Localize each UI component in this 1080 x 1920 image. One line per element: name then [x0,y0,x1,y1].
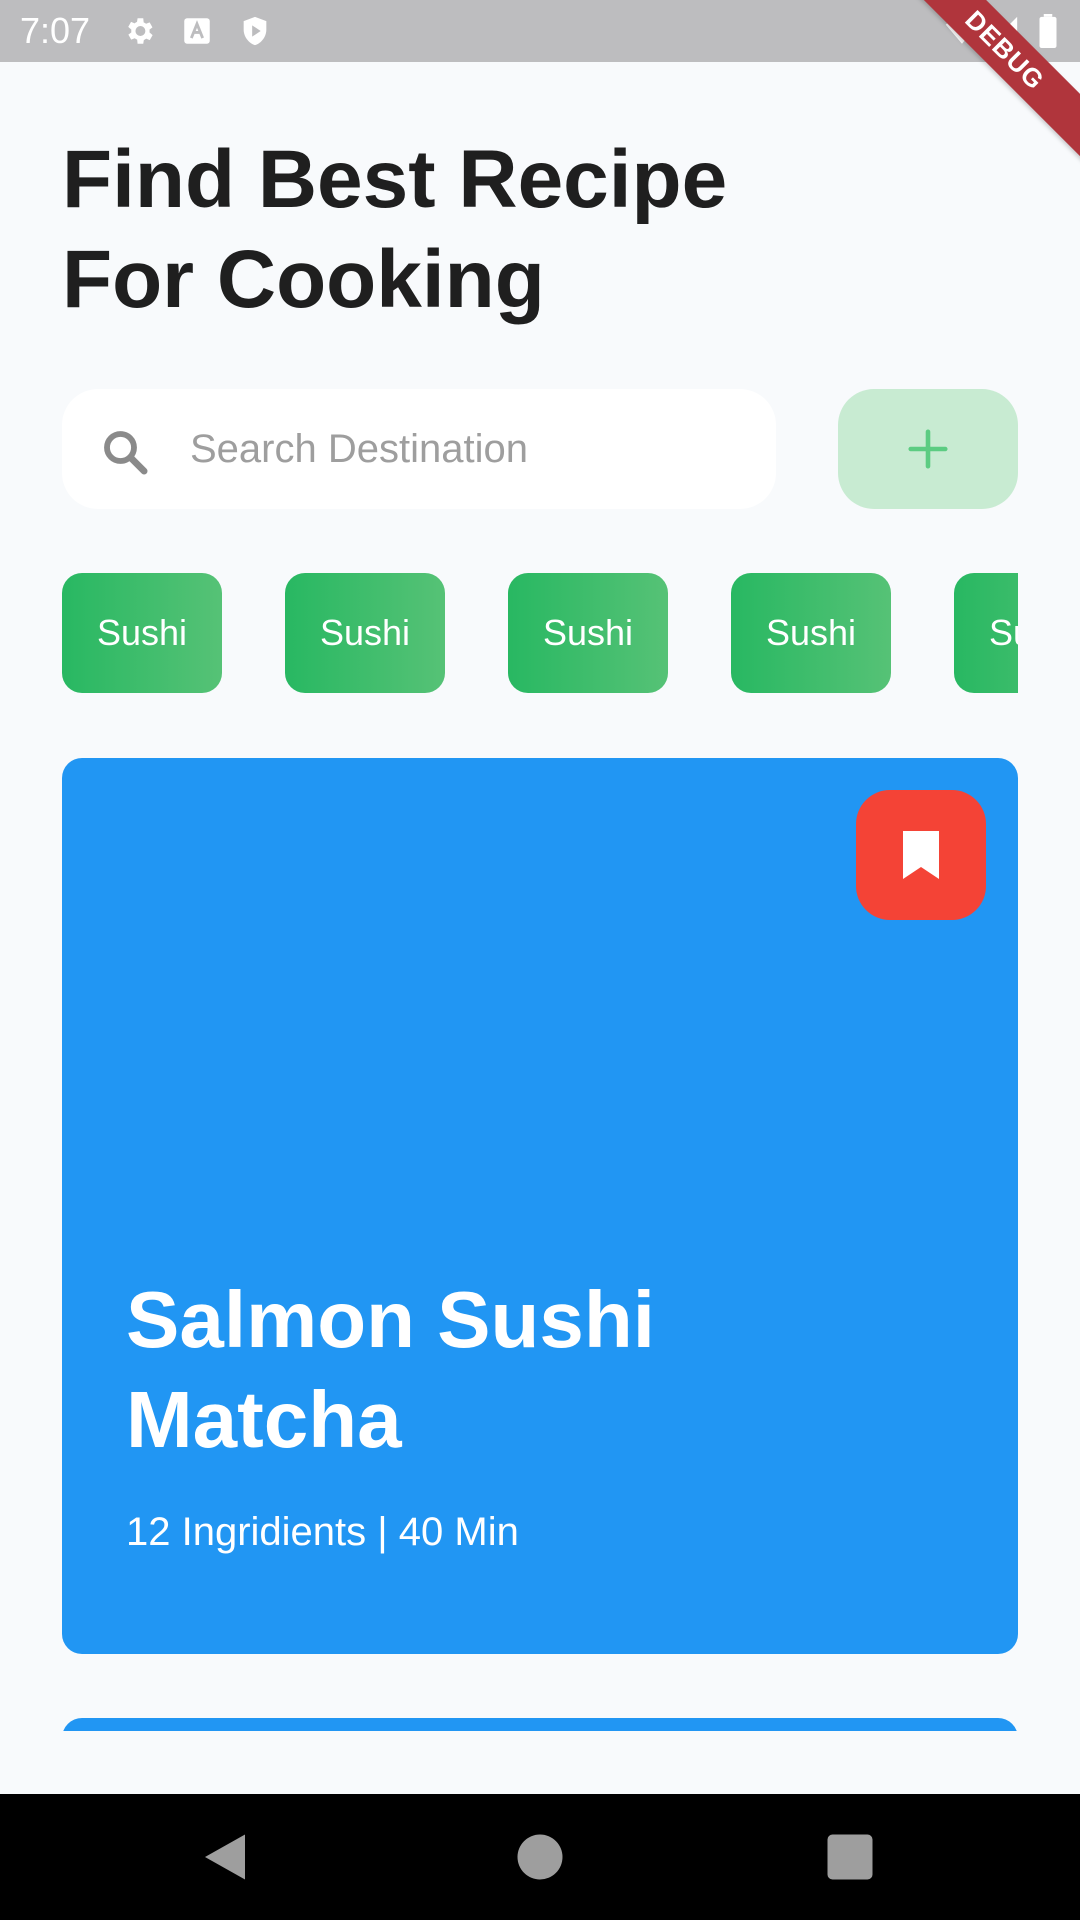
recipe-title-line1: Salmon Sushi [126,1275,655,1364]
category-chip[interactable]: Sushi [508,573,668,693]
category-chip[interactable]: Sushi [62,573,222,693]
home-icon[interactable] [510,1827,570,1887]
page-title-line1: Find Best Recipe [62,134,728,225]
recipe-title: Salmon Sushi Matcha [126,1270,926,1470]
add-button[interactable] [838,389,1018,509]
page-title: Find Best Recipe For Cooking [62,130,862,330]
plus-icon [908,429,948,469]
navigation-bar [0,1794,1080,1920]
text-a-icon [180,14,214,48]
status-bar: 7:07 DEBUG [0,0,1080,169]
category-chips: Sushi Sushi Sushi Sushi Sushi [62,573,1018,693]
search-input[interactable] [188,413,752,485]
search-icon [98,425,152,479]
recents-icon[interactable] [820,1827,880,1887]
category-chip[interactable]: Sushi [731,573,891,693]
recipe-title-line2: Matcha [126,1375,402,1464]
app-screen: 7:07 DEBUG Find Best Recipe For Cooking [0,0,1080,1920]
bookmark-button[interactable] [856,790,986,920]
recipe-card[interactable]: Salmon Sushi Matcha 12 Ingridients | 40 … [62,758,1018,1654]
search-box[interactable] [62,389,776,509]
back-icon[interactable] [195,1827,255,1887]
list-bottom-edge [0,1731,1080,1794]
recipe-meta: 12 Ingridients | 40 Min [126,1510,519,1554]
settings-icon [122,14,156,48]
shield-play-icon [238,14,272,48]
category-chip[interactable]: Sushi [954,573,1018,693]
bookmark-icon [903,831,939,879]
category-chip[interactable]: Sushi [285,573,445,693]
status-time: 7:07 [20,10,91,51]
page-title-line2: For Cooking [62,234,545,325]
battery-icon [1036,14,1060,48]
